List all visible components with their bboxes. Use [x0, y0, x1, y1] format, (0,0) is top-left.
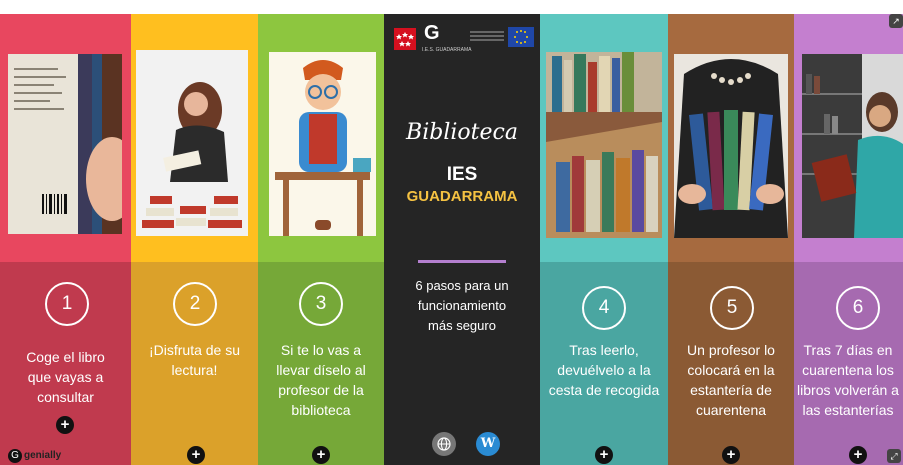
step-number-circle: 3 [299, 282, 343, 326]
step-2-text: ¡Disfruta de su lectura! [148, 342, 241, 378]
plus-icon[interactable]: + [56, 416, 74, 434]
genially-badge[interactable]: Ggenially [8, 449, 61, 463]
step-6-column: 6 Tras 7 días en cuarentena los libros v… [794, 14, 903, 465]
top-bar [0, 0, 903, 14]
school-logo: G [424, 22, 440, 44]
plus-icon[interactable]: + [722, 446, 740, 464]
step-5-column: 5 Un profesor lo colocará en la estanter… [668, 14, 794, 465]
step-number-circle: 5 [710, 286, 754, 330]
genially-logo-icon: G [8, 449, 22, 463]
step-1-text: Coge el libro que vayas a consultar [26, 349, 105, 405]
step-1-photo [8, 54, 122, 234]
step-3-column: 3 Si te lo vas a llevar díselo al profes… [258, 14, 384, 465]
step-number: 2 [189, 293, 201, 314]
step-number: 4 [598, 297, 610, 318]
eu-flag-logo [508, 27, 534, 47]
school-logo-caption: I.E.S. GUADARRAMA [422, 47, 472, 53]
step-number-circle: 2 [173, 282, 217, 326]
step-2-column: 2 ¡Disfruta de su lectura! + [131, 14, 258, 465]
step-5-text: Un profesor lo colocará en la estantería… [687, 342, 775, 418]
step-number-circle: 1 [45, 282, 89, 326]
plus-icon[interactable]: + [595, 446, 613, 464]
step-number-circle: 4 [582, 286, 626, 330]
school-label: IES [446, 164, 478, 185]
step-6-photo [802, 54, 903, 238]
madrid-flag-logo [394, 28, 416, 50]
globe-icon[interactable] [432, 432, 456, 456]
infographic: 1 Coge el libro que vayas a consultar + … [0, 14, 903, 465]
step-number: 1 [61, 293, 73, 314]
expand-icon[interactable]: ↗ [889, 14, 903, 28]
fullscreen-icon[interactable]: ⤢ [887, 449, 901, 463]
tagline: 6 pasos para un funcionamiento más segur… [415, 278, 509, 333]
step-4-text: Tras leerlo, devuélvelo a la cesta de re… [548, 342, 660, 398]
step-3-text: Si te lo vas a llevar díselo al profesor… [276, 342, 366, 418]
plus-icon[interactable]: + [849, 446, 867, 464]
step-4-column: 4 Tras leerlo, devuélvelo a la cesta de … [540, 14, 668, 465]
wordpress-icon[interactable]: W [476, 432, 500, 456]
step-number: 6 [852, 297, 864, 318]
genially-label: genially [24, 450, 62, 461]
step-number: 3 [315, 293, 327, 314]
step-6-text: Tras 7 días en cuarentena los libros vol… [797, 342, 899, 418]
step-5-photo [674, 54, 788, 238]
divider [418, 260, 506, 263]
step-4-photo [546, 52, 662, 238]
page-title: Biblioteca [406, 120, 518, 145]
plus-icon[interactable]: + [312, 446, 330, 464]
step-number-circle: 6 [836, 286, 880, 330]
plus-icon[interactable]: + [187, 446, 205, 464]
school-name: GUADARRAMA [406, 188, 518, 205]
step-1-column: 1 Coge el libro que vayas a consultar + [0, 14, 131, 465]
eu-logo-caption [470, 29, 504, 45]
step-2-photo [136, 50, 248, 236]
step-3-photo [269, 52, 376, 236]
title-column: G I.E.S. GUADARRAMA Biblioteca IES GUADA… [384, 14, 540, 465]
step-number: 5 [726, 297, 738, 318]
